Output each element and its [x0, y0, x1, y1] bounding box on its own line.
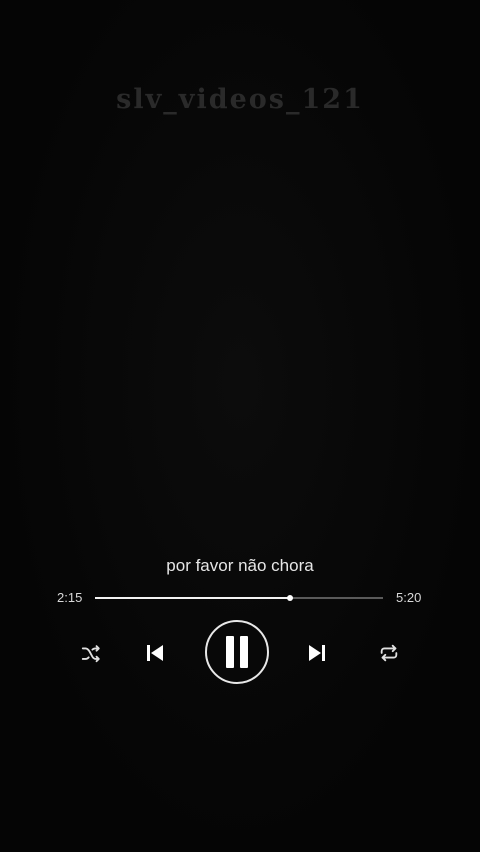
shuffle-icon [81, 645, 100, 663]
previous-button[interactable] [142, 640, 168, 666]
progress-fill [95, 597, 290, 599]
elapsed-time: 2:15 [57, 590, 83, 605]
pause-button[interactable] [205, 620, 269, 684]
watermark: slv_videos_121 [116, 84, 364, 115]
music-player-screen: slv_videos_121 por favor não chora 2:15 … [0, 0, 480, 852]
playback-controls [0, 620, 480, 686]
progress-thumb[interactable] [286, 595, 293, 601]
repeat-icon [380, 644, 398, 662]
pause-icon [226, 636, 248, 668]
skip-next-icon [309, 645, 325, 661]
progress-bar[interactable] [95, 595, 383, 601]
skip-previous-icon [147, 645, 163, 661]
song-title: por favor não chora [166, 556, 314, 575]
repeat-button[interactable] [376, 640, 402, 666]
shuffle-button[interactable] [78, 640, 104, 666]
total-time: 5:20 [396, 590, 422, 605]
next-button[interactable] [304, 640, 330, 666]
